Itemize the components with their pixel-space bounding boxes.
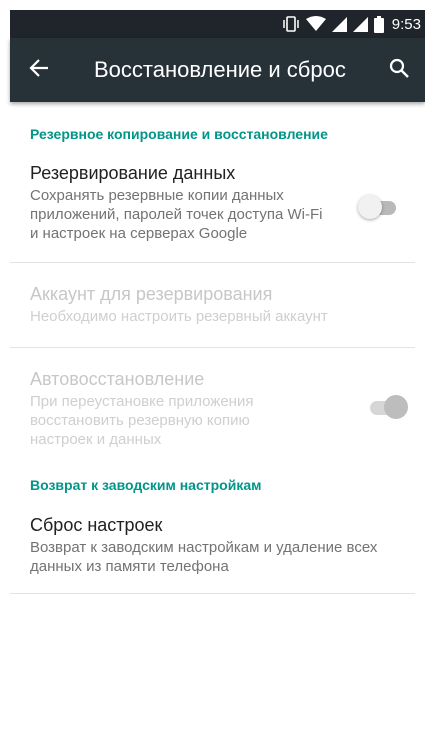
search-button[interactable]	[373, 38, 425, 102]
switch-thumb	[358, 195, 382, 219]
section-header-reset: Возврат к заводским настройкам	[30, 477, 262, 493]
arrow-back-icon	[29, 58, 49, 83]
status-time: 9:53	[391, 15, 421, 33]
pref-summary: Сохранять резервные копии данных приложе…	[30, 187, 323, 242]
pref-backup-data[interactable]: Резервирование данных Сохранять резервны…	[10, 162, 415, 262]
pref-title: Аккаунт для резервирования	[30, 284, 273, 304]
backup-data-switch[interactable]	[358, 195, 402, 219]
pref-title: Автовосстановление	[30, 369, 205, 389]
section-header-backup: Резервное копирование и восстановление	[30, 126, 328, 142]
wifi-icon	[305, 16, 326, 32]
pref-summary: Необходимо настроить резервный аккаунт	[30, 308, 328, 325]
auto-restore-switch	[366, 395, 410, 419]
pref-title: Резервирование данных	[30, 163, 236, 183]
pref-summary: При переустановке приложения восстановит…	[30, 393, 254, 448]
pref-auto-restore: Автовосстановление При переустановке при…	[10, 348, 415, 477]
divider	[10, 593, 415, 594]
pref-factory-reset[interactable]: Сброс настроек Возврат к заводским настр…	[10, 514, 415, 593]
vibrate-icon	[282, 15, 300, 33]
page-title: Восстановление и сброс	[94, 57, 346, 82]
pref-summary: Возврат к заводским настройкам и удалени…	[30, 539, 378, 575]
switch-thumb	[384, 395, 408, 419]
pref-title: Сброс настроек	[30, 515, 163, 535]
app-bar: Восстановление и сброс	[10, 38, 425, 102]
signal-icon	[352, 16, 368, 32]
settings-list: Резервное копирование и восстановление Р…	[10, 102, 415, 594]
signal-icon	[331, 16, 347, 32]
status-bar: 9:53	[10, 10, 425, 38]
battery-icon	[373, 15, 384, 33]
pref-backup-account: Аккаунт для резервирования Необходимо на…	[10, 263, 415, 347]
search-icon	[389, 58, 409, 83]
back-button[interactable]	[10, 38, 68, 102]
